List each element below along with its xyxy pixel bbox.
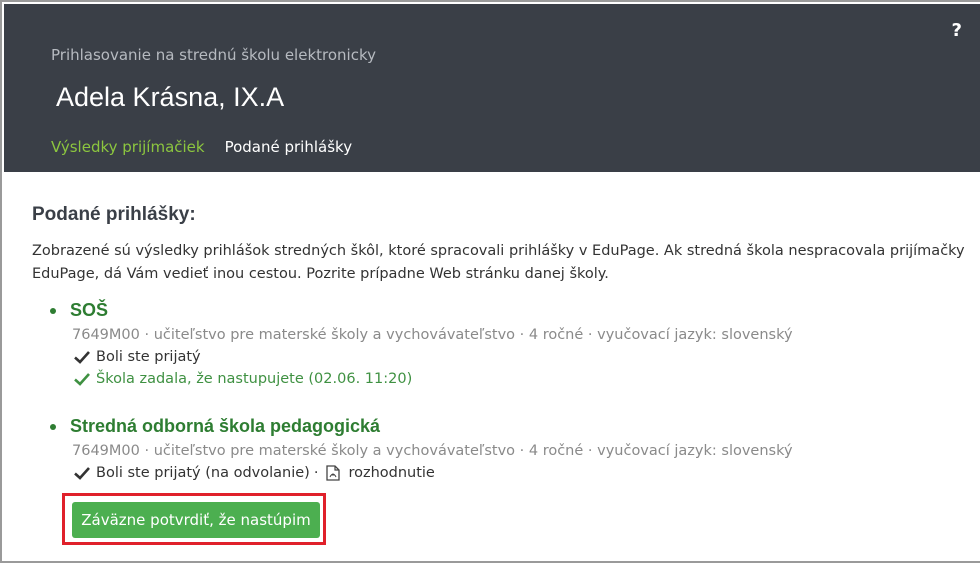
status-text: Boli ste prijatý (na odvolanie) [96, 465, 310, 481]
check-icon [74, 373, 90, 386]
help-icon[interactable]: ? [952, 20, 962, 41]
app-frame: ? Prihlasovanie na strednú školu elektro… [0, 0, 980, 563]
check-icon [74, 351, 90, 364]
confirm-enrollment-button[interactable]: Záväzne potvrdiť, že nastúpim [72, 502, 320, 538]
school-info: 7649M00 · učiteľstvo pre materské školy … [72, 443, 793, 459]
intro-text: Zobrazené sú výsledky prihlášok strednýc… [32, 240, 980, 286]
school-name: Stredná odborná škola pedagogická [70, 416, 381, 436]
separator: · [313, 465, 319, 481]
bullet-icon [50, 307, 56, 314]
content-panel: Podané prihlášky: Zobrazené sú výsledky … [4, 172, 980, 561]
tab-submitted-applications[interactable]: Podané prihlášky [225, 138, 352, 174]
intro-line: EduPage, dá Vám vedieť inou cestou. Pozr… [32, 266, 609, 282]
tab-bar: Výsledky prijímačiek Podané prihlášky [51, 138, 372, 174]
school-name: SOŠ [70, 300, 109, 320]
student-name: Adela Krásna, IX.A [56, 82, 285, 112]
school-info: 7649M00 · učiteľstvo pre materské školy … [72, 327, 793, 343]
school-item: SOŠ 7649M00 · učiteľstvo pre materské šk… [50, 300, 793, 387]
pdf-icon[interactable] [326, 465, 341, 481]
status-row: Škola zadala, že nastupujete (02.06. 11:… [74, 371, 793, 387]
check-icon [74, 467, 90, 480]
intro-line: Zobrazené sú výsledky prihlášok strednýc… [32, 243, 965, 259]
bullet-icon [50, 423, 56, 430]
section-title: Podané prihlášky: [32, 204, 196, 225]
decision-document-link[interactable]: rozhodnutie [348, 465, 434, 481]
header: ? Prihlasovanie na strednú školu elektro… [4, 4, 980, 174]
status-text: Boli ste prijatý [96, 349, 201, 365]
page-subtitle: Prihlasovanie na strednú školu elektroni… [51, 46, 376, 64]
school-item: Stredná odborná škola pedagogická 7649M0… [50, 416, 793, 481]
status-row: Boli ste prijatý [74, 349, 793, 365]
status-text: Škola zadala, že nastupujete (02.06. 11:… [96, 371, 413, 387]
tab-exam-results[interactable]: Výsledky prijímačiek [51, 138, 205, 174]
status-row: Boli ste prijatý (na odvolanie) · rozhod… [74, 465, 793, 481]
